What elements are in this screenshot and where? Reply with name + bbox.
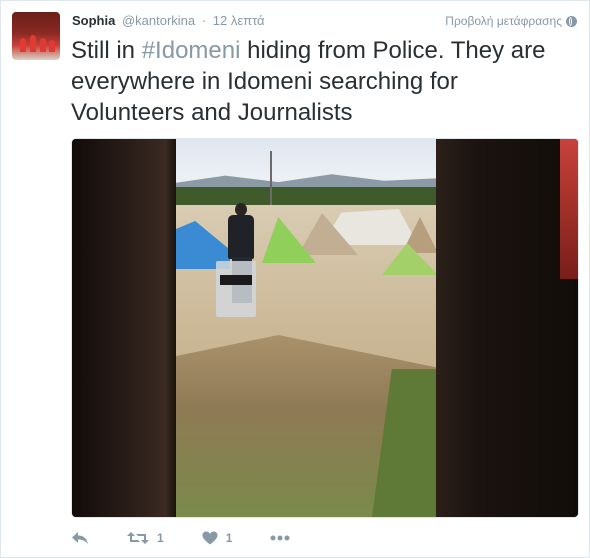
like-button[interactable]: 1 xyxy=(202,528,233,548)
tweet-header: Sophia @kantorkina · 12 λεπτά xyxy=(72,13,265,28)
hashtag-symbol: # xyxy=(141,37,156,64)
avatar[interactable] xyxy=(12,12,60,60)
photo-curtain-left xyxy=(72,139,176,517)
officer-body xyxy=(228,215,254,259)
tweet-actions: 1 1 xyxy=(71,528,328,548)
avatar-figure xyxy=(30,35,36,52)
tweet-card: Sophia @kantorkina · 12 λεπτά Προβολή με… xyxy=(0,0,590,558)
photo-red-fabric xyxy=(560,139,578,279)
author-fullname[interactable]: Sophia xyxy=(72,13,115,28)
globe-icon xyxy=(566,15,577,27)
more-button[interactable] xyxy=(270,528,290,548)
tweet-text: Still in #Idomeni hiding from Police. Th… xyxy=(71,35,576,128)
photo-police-shield xyxy=(216,261,256,317)
tweet-timestamp[interactable]: 12 λεπτά xyxy=(213,13,265,28)
like-count: 1 xyxy=(225,531,233,545)
retweet-count: 1 xyxy=(157,531,164,545)
avatar-figure xyxy=(49,40,55,52)
hashtag-link[interactable]: #Idomeni xyxy=(142,37,241,64)
retweet-icon xyxy=(127,532,149,544)
translate-label: Προβολή μετάφρασης xyxy=(445,14,562,28)
header-separator: · xyxy=(201,13,207,28)
more-dots-icon xyxy=(270,535,290,541)
photo-scene xyxy=(172,139,438,517)
reply-icon xyxy=(72,532,88,544)
avatar-figure xyxy=(40,38,46,52)
photo-utility-pole xyxy=(270,151,272,213)
reply-button[interactable] xyxy=(71,528,89,548)
translate-link[interactable]: Προβολή μετάφρασης xyxy=(445,14,577,28)
heart-icon xyxy=(202,531,218,545)
tweet-text-before: Still in xyxy=(71,37,142,64)
hashtag-word: Idomeni xyxy=(155,37,241,64)
shield-plate xyxy=(220,275,252,285)
tweet-photo[interactable] xyxy=(71,138,579,518)
retweet-button[interactable]: 1 xyxy=(127,528,164,548)
avatar-figure xyxy=(20,38,26,52)
author-username[interactable]: @kantorkina xyxy=(122,13,195,28)
photo-curtain-right xyxy=(436,139,578,517)
